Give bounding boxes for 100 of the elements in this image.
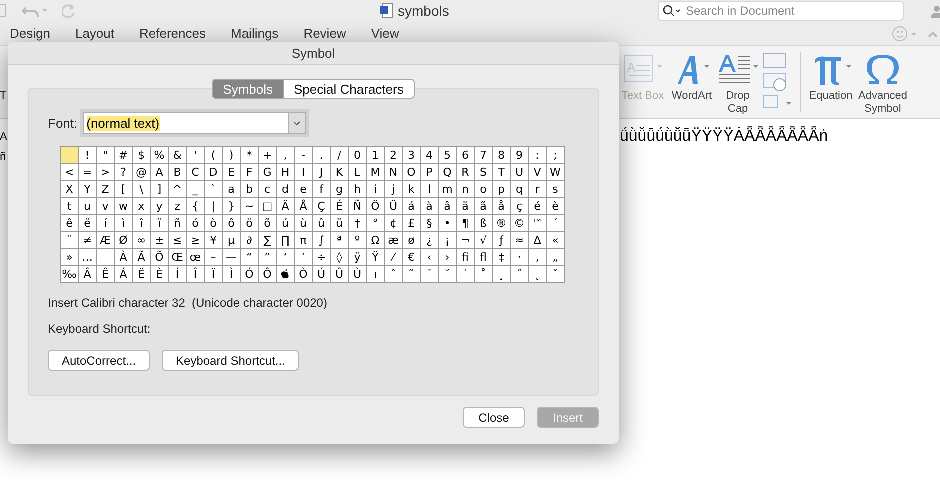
symbol-cell[interactable] bbox=[61, 147, 79, 164]
symbol-cell[interactable]: “ bbox=[241, 249, 259, 266]
symbol-cell[interactable]: ç bbox=[511, 198, 529, 215]
symbol-cell[interactable]: 5 bbox=[439, 147, 457, 164]
symbol-cell[interactable]: ö bbox=[241, 215, 259, 232]
symbol-cell[interactable]: ¶ bbox=[457, 215, 475, 232]
symbol-cell[interactable]: ~ bbox=[241, 198, 259, 215]
symbol-cell[interactable]: ¯ bbox=[421, 266, 439, 283]
symbol-cell[interactable]: ≤ bbox=[169, 232, 187, 249]
symbol-cell[interactable]: ò bbox=[205, 215, 223, 232]
symbol-cell[interactable]: ‘ bbox=[277, 249, 295, 266]
symbol-cell[interactable]: 8 bbox=[493, 147, 511, 164]
symbol-cell[interactable]: Q bbox=[439, 164, 457, 181]
symbol-cell[interactable]: Ø bbox=[115, 232, 133, 249]
symbol-cell[interactable]: @ bbox=[133, 164, 151, 181]
dialog-button[interactable]: Keyboard Shortcut... bbox=[162, 350, 300, 371]
symbol-cell[interactable]: j bbox=[385, 181, 403, 198]
symbol-cell[interactable]: q bbox=[511, 181, 529, 198]
symbol-cell[interactable]: ´ bbox=[547, 215, 565, 232]
symbol-cell[interactable]: ﬁ bbox=[457, 249, 475, 266]
symbol-cell[interactable]: * bbox=[241, 147, 259, 164]
symbol-cell[interactable]: c bbox=[259, 181, 277, 198]
symbol-cell[interactable]: ≠ bbox=[79, 232, 97, 249]
symbol-cell[interactable]: = bbox=[79, 164, 97, 181]
symbol-cell[interactable]: h bbox=[349, 181, 367, 198]
symbol-cell[interactable]: ã bbox=[475, 198, 493, 215]
symbol-cell[interactable]: … bbox=[79, 249, 97, 266]
symbol-cell[interactable]: F bbox=[241, 164, 259, 181]
symbol-cell[interactable]: _ bbox=[187, 181, 205, 198]
symbol-cell[interactable]: R bbox=[457, 164, 475, 181]
symbol-cell[interactable]: ∫ bbox=[313, 232, 331, 249]
symbol-cell[interactable]: [ bbox=[115, 181, 133, 198]
symbol-cell[interactable]: Y bbox=[79, 181, 97, 198]
symbol-cell[interactable]: \ bbox=[133, 181, 151, 198]
symbol-cell[interactable]: s bbox=[547, 181, 565, 198]
symbol-cell[interactable]: Ò bbox=[295, 266, 313, 283]
symbol-cell[interactable]: C bbox=[187, 164, 205, 181]
symbol-cell[interactable]: Ï bbox=[205, 266, 223, 283]
symbol-cell[interactable]: î bbox=[133, 215, 151, 232]
symbol-cell[interactable]: , bbox=[277, 147, 295, 164]
symbol-cell[interactable]: ù bbox=[295, 215, 313, 232]
symbol-cell[interactable]: ` bbox=[205, 181, 223, 198]
symbol-cell[interactable]: ˘ bbox=[439, 266, 457, 283]
symbol-cell[interactable]: ‹ bbox=[421, 249, 439, 266]
symbol-cell[interactable]: Ú bbox=[313, 266, 331, 283]
symbol-cell[interactable]: ” bbox=[259, 249, 277, 266]
symbol-cell[interactable]: ¬ bbox=[457, 232, 475, 249]
search-field[interactable]: Search in Document bbox=[658, 1, 904, 21]
symbol-cell[interactable]: ‡ bbox=[493, 249, 511, 266]
person-icon[interactable] bbox=[930, 4, 940, 18]
symbol-cell[interactable]: » bbox=[61, 249, 79, 266]
symbol-cell[interactable]: ™ bbox=[529, 215, 547, 232]
smiley-icon[interactable] bbox=[892, 26, 920, 42]
symbol-cell[interactable]: Ó bbox=[241, 266, 259, 283]
symbol-cell[interactable]: — bbox=[223, 249, 241, 266]
symbol-cell[interactable]: ) bbox=[223, 147, 241, 164]
symbol-cell[interactable]: ≈ bbox=[511, 232, 529, 249]
symbol-cell[interactable]: V bbox=[529, 164, 547, 181]
symbol-cell[interactable]: u bbox=[79, 198, 97, 215]
symbol-cell[interactable]: ¸ bbox=[493, 266, 511, 283]
symbol-cell[interactable]: k bbox=[403, 181, 421, 198]
symbol-cell[interactable]: o bbox=[475, 181, 493, 198]
symbol-cell[interactable]: □ bbox=[259, 198, 277, 215]
symbol-cell[interactable]: Ì bbox=[223, 266, 241, 283]
symbol-cell[interactable]: } bbox=[223, 198, 241, 215]
symbol-cell[interactable]: ÿ bbox=[349, 249, 367, 266]
ribbon-tab[interactable]: Layout bbox=[75, 26, 115, 41]
symbol-cell[interactable]: w bbox=[115, 198, 133, 215]
symbol-cell[interactable]: 3 bbox=[403, 147, 421, 164]
ribbon-tab[interactable]: Review bbox=[304, 26, 346, 41]
symbol-cell[interactable]: ∞ bbox=[133, 232, 151, 249]
symbol-cell[interactable]: Ë bbox=[133, 266, 151, 283]
symbol-cell[interactable]: ˙ bbox=[457, 266, 475, 283]
symbol-cell[interactable]: H bbox=[277, 164, 295, 181]
symbol-cell[interactable]: õ bbox=[259, 215, 277, 232]
symbol-cell[interactable]: | bbox=[205, 198, 223, 215]
symbol-cell[interactable]: ú bbox=[277, 215, 295, 232]
symbol-cell[interactable]: Ù bbox=[349, 266, 367, 283]
dialog-button[interactable]: AutoCorrect... bbox=[48, 350, 150, 371]
symbol-cell[interactable]: # bbox=[115, 147, 133, 164]
symbol-cell[interactable]: â bbox=[439, 198, 457, 215]
collapse-icon[interactable] bbox=[928, 30, 938, 38]
symbol-cell[interactable]: « bbox=[547, 232, 565, 249]
symbol-cell[interactable]: Í bbox=[169, 266, 187, 283]
symbol-cell[interactable]: Ä bbox=[277, 198, 295, 215]
symbol-cell[interactable]: ó bbox=[187, 215, 205, 232]
symbol-cell[interactable]: ˛ bbox=[529, 266, 547, 283]
symbol-cell[interactable]: ‚ bbox=[529, 249, 547, 266]
symbol-cell[interactable]: Ü bbox=[385, 198, 403, 215]
ribbon-tab[interactable]: View bbox=[371, 26, 400, 41]
symbol-cell[interactable]: ! bbox=[79, 147, 97, 164]
symbol-cell[interactable]: . bbox=[313, 147, 331, 164]
symbol-cell[interactable]: ˜ bbox=[403, 266, 421, 283]
symbol-cell[interactable]: ∂ bbox=[241, 232, 259, 249]
symbol-cell[interactable]: › bbox=[439, 249, 457, 266]
symbol-cell[interactable]: Ω bbox=[367, 232, 385, 249]
symbol-cell[interactable]: K bbox=[331, 164, 349, 181]
symbol-cell[interactable]: ı bbox=[367, 266, 385, 283]
symbol-cell[interactable]: ¢ bbox=[385, 215, 403, 232]
symbol-cell[interactable]: 9 bbox=[511, 147, 529, 164]
